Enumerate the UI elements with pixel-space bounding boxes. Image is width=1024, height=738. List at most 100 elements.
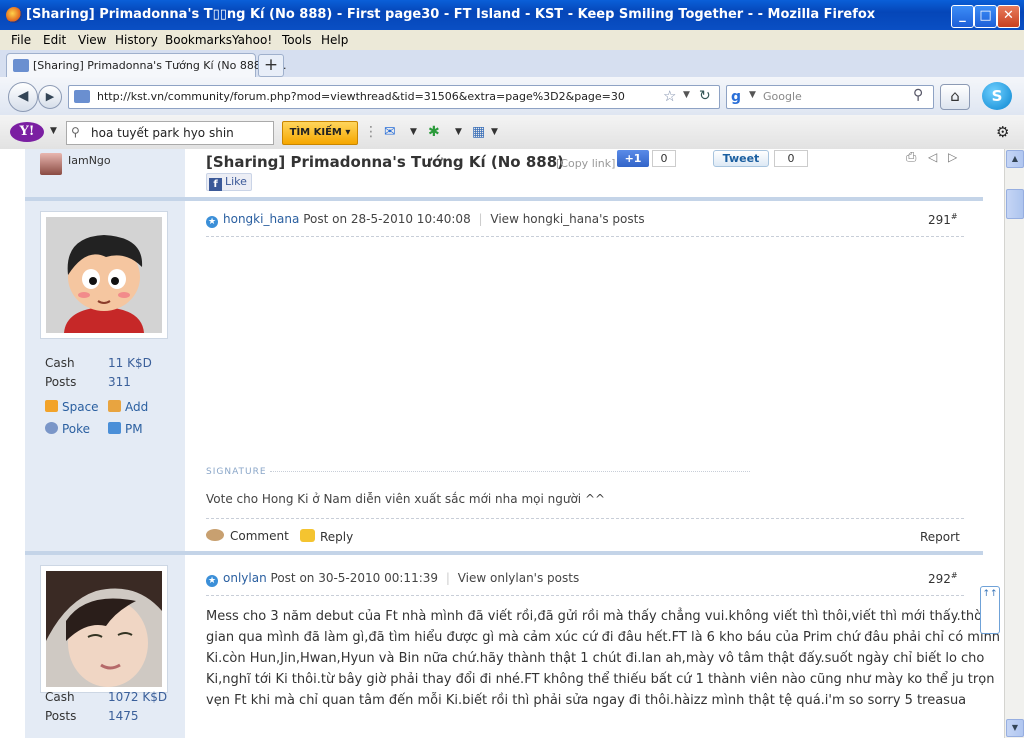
gear-icon[interactable]: ⚙ — [996, 123, 1009, 141]
home-icon[interactable]: ⌂ — [940, 84, 970, 110]
print-icon[interactable]: ⎙ — [906, 150, 916, 165]
search-input[interactable]: Google — [763, 90, 802, 103]
widgets-dropdown-icon[interactable]: ▼ — [455, 127, 462, 137]
scroll-down-icon[interactable]: ▼ — [1006, 719, 1024, 737]
menu-file[interactable]: File — [11, 33, 31, 47]
avatar[interactable] — [40, 565, 168, 693]
online-star-icon: ★ — [206, 216, 218, 228]
reload-icon[interactable]: ↻ — [699, 88, 711, 104]
site-favicon-icon — [74, 90, 90, 103]
post-info: ★ hongki_hana Post on 28-5-2010 10:40:08 … — [206, 212, 645, 228]
mail-dropdown-icon[interactable]: ▼ — [410, 127, 417, 137]
menu-yahoo[interactable]: Yahoo! — [232, 33, 272, 47]
handshake-icon — [108, 400, 121, 412]
op-avatar[interactable] — [40, 153, 62, 175]
post-separator — [206, 236, 964, 237]
bookmarks-dropdown-icon[interactable]: ▼ — [491, 127, 498, 137]
avatar-image — [46, 571, 162, 687]
comment-button[interactable]: Comment — [206, 529, 289, 543]
menu-help[interactable]: Help — [321, 33, 348, 47]
poke-link[interactable]: Poke — [45, 422, 90, 436]
post-line: vẹn Ft khi mà chỉ quan tâm đến mỗi Ki.bi… — [206, 693, 967, 708]
back-icon[interactable]: ◀ — [8, 82, 38, 112]
floor-value: 292 — [928, 572, 951, 586]
tweet-button[interactable]: Tweet — [713, 150, 769, 167]
search-engine-dropdown-icon[interactable]: ▼ — [749, 90, 756, 100]
maximize-button[interactable]: □ — [974, 5, 997, 28]
posts-value[interactable]: 1475 — [108, 709, 139, 723]
next-thread-icon[interactable]: ▷ — [948, 150, 957, 164]
view-posts-link[interactable]: View hongki_hana's posts — [490, 212, 644, 226]
post-footer-separator — [206, 518, 964, 519]
url-dropdown-icon[interactable]: ▼ — [683, 90, 690, 100]
menu-edit[interactable]: Edit — [43, 33, 66, 47]
menu-history[interactable]: History — [115, 33, 158, 47]
space-label: Space — [62, 400, 99, 414]
yahoo-search-button[interactable]: TÌM KIẾM ▾ — [282, 121, 358, 145]
widgets-icon[interactable]: ✱ — [428, 124, 440, 140]
skype-icon[interactable]: S — [982, 82, 1012, 110]
post-author[interactable]: onlylan — [223, 571, 267, 585]
menu-tools[interactable]: Tools — [282, 33, 312, 47]
prev-thread-icon[interactable]: ◁ — [928, 150, 937, 164]
report-button[interactable]: Report — [920, 530, 960, 544]
op-name[interactable]: IamNgo — [68, 154, 111, 167]
tab-active[interactable]: [Sharing] Primadonna's Tướng Kí (No 888)… — [6, 53, 287, 78]
yahoo-toolbar: Y! ▼ ⚲ hoa tuyết park hyo shin TÌM KIẾM … — [0, 115, 1024, 150]
scroll-thumb[interactable] — [1006, 189, 1024, 219]
firefox-icon — [6, 7, 22, 23]
menu-view[interactable]: View — [78, 33, 106, 47]
post-info: ★ onlylan Post on 30-5-2010 00:11:39 | Vi… — [206, 571, 579, 587]
post-date: Post on 30-5-2010 00:11:39 — [270, 571, 439, 585]
space-link[interactable]: Space — [45, 400, 99, 414]
gplus-button[interactable]: +1 — [617, 150, 649, 167]
yahoo-logo[interactable]: Y! — [10, 122, 44, 142]
search-box[interactable]: g ▼ Google ⚲ — [726, 85, 934, 109]
menu-bookmarks[interactable]: Bookmarks — [165, 33, 232, 47]
home-icon — [45, 400, 58, 412]
google-icon: g — [731, 89, 742, 105]
posts-value[interactable]: 311 — [108, 375, 131, 389]
separator-icon: ⋮ — [364, 124, 378, 140]
window-title: [Sharing] Primadonna's T▯▯ng Kí (No 888)… — [26, 7, 876, 22]
tab-bar: [Sharing] Primadonna's Tướng Kí (No 888)… — [0, 50, 1024, 78]
vertical-scrollbar[interactable]: ▲ ▼ — [1004, 149, 1024, 738]
magnifier-icon[interactable]: ⚲ — [913, 87, 923, 103]
post-date: Post on 28-5-2010 10:40:08 — [303, 212, 471, 226]
new-tab-button[interactable]: + — [258, 54, 284, 77]
mail-icon[interactable]: ✉ — [384, 124, 396, 140]
close-button[interactable]: ✕ — [997, 5, 1020, 28]
post-separator — [206, 595, 964, 596]
minimize-button[interactable]: _ — [951, 5, 974, 28]
reply-icon — [300, 529, 315, 542]
avatar[interactable] — [40, 211, 168, 339]
reply-button[interactable]: Reply — [300, 529, 353, 544]
mail-icon — [108, 422, 121, 434]
floor-number[interactable]: 292# — [928, 571, 958, 586]
signature-text: Vote cho Hong Ki ở Nam diễn viên xuất sắ… — [206, 492, 606, 506]
scroll-up-icon[interactable]: ▲ — [1006, 150, 1024, 168]
back-to-top-button[interactable]: ↑↑ — [980, 586, 1000, 634]
cash-value: 11 K$D — [108, 356, 152, 370]
floor-number[interactable]: 291# — [928, 212, 958, 227]
page-content: IamNgo [Sharing] Primadonna's Tướng Kí (… — [0, 149, 1004, 738]
add-friend-link[interactable]: Add — [108, 400, 148, 414]
view-posts-link[interactable]: View onlylan's posts — [458, 571, 580, 585]
facebook-icon: f — [209, 178, 222, 191]
author-column: Cash 11 K$D Posts 311 Space Add Poke PM — [25, 201, 185, 551]
thread-title: [Sharing] Primadonna's Tướng Kí (No 888) — [206, 153, 564, 171]
forward-icon[interactable]: ▶ — [38, 85, 62, 109]
copy-link[interactable]: [Copy link] — [556, 157, 615, 170]
url-bar[interactable]: http://kst.vn/community/forum.php?mod=vi… — [68, 85, 720, 109]
posts-label: Posts — [45, 375, 77, 389]
search-icon: ⚲ — [71, 125, 80, 139]
yahoo-dropdown-icon[interactable]: ▼ — [50, 126, 57, 136]
post-author[interactable]: hongki_hana — [223, 212, 299, 226]
facebook-like-button[interactable]: f Like — [206, 173, 252, 191]
bookmarks-icon[interactable]: ▦ — [472, 124, 485, 140]
pm-link[interactable]: PM — [108, 422, 143, 436]
yahoo-search-input[interactable]: ⚲ hoa tuyết park hyo shin — [66, 121, 274, 145]
tweet-count: 0 — [774, 150, 808, 167]
bookmark-star-icon[interactable]: ☆ — [663, 87, 676, 105]
posts-label: Posts — [45, 709, 77, 723]
